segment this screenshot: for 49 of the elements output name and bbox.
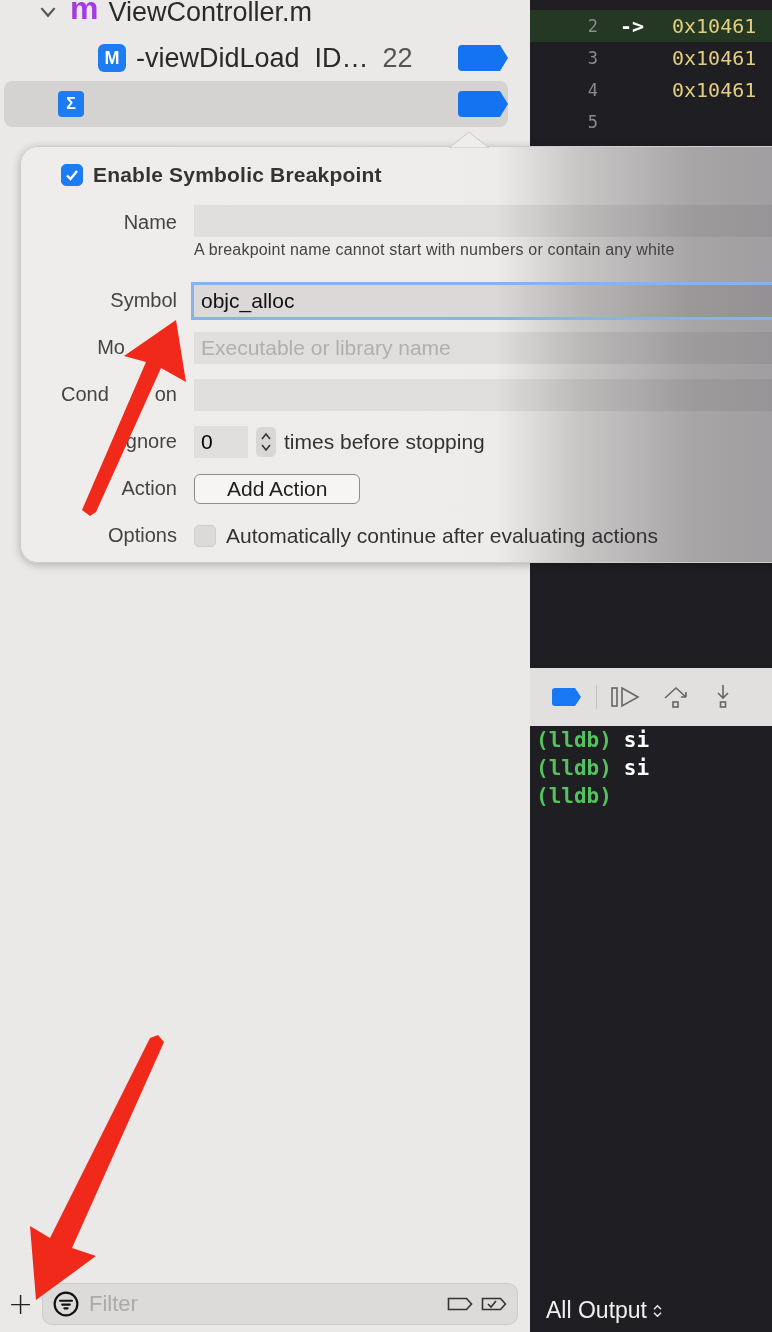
field-suffix: times before stopping xyxy=(284,429,485,454)
code-text: 0x10461 xyxy=(672,14,757,38)
popover-title: Enable Symbolic Breakpoint xyxy=(93,163,382,187)
hint-text: A breakpoint name cannot start with numbers or contain any white xyxy=(194,241,676,259)
console-command: si xyxy=(623,727,650,754)
field-label: on xyxy=(154,383,177,406)
breakpoint-toggle-icon[interactable] xyxy=(552,688,582,706)
file-icon: m xyxy=(70,0,99,24)
row-label: -viewDidLoad ID… xyxy=(136,42,369,74)
console-prompt: (lldb) xyxy=(536,783,612,810)
selected-row[interactable]: Σ xyxy=(4,81,508,127)
field-label: Options xyxy=(108,524,177,547)
field-label: Cond xyxy=(60,383,109,406)
code-text: 0x10461 xyxy=(672,46,757,70)
breakpoint-flag-icon[interactable] xyxy=(458,91,508,117)
continue-icon[interactable] xyxy=(611,686,641,708)
filter-icon xyxy=(53,1291,79,1317)
field-label: Symbol xyxy=(110,289,177,312)
field-label: Action xyxy=(121,477,177,500)
symbol-icon: Σ xyxy=(58,91,84,117)
line-number: 4 xyxy=(586,80,598,100)
field-label: Name xyxy=(123,211,177,234)
line-number: 22 xyxy=(382,42,413,74)
method-icon: M xyxy=(98,44,126,72)
step-into-icon[interactable] xyxy=(715,684,731,710)
code-text: 0x10461 xyxy=(672,78,757,102)
console-prompt: (lldb) xyxy=(536,727,612,754)
field-label: gnore xyxy=(125,430,177,453)
row-label: ViewController.m xyxy=(108,0,313,28)
checkbox[interactable] xyxy=(61,164,83,186)
pc-marker: -> xyxy=(619,14,646,38)
line-number: 5 xyxy=(586,112,598,132)
breakpoint-flag-icon[interactable] xyxy=(458,45,508,71)
line-number: 3 xyxy=(586,48,598,68)
tag-check-icon[interactable] xyxy=(481,1297,507,1311)
tree-row[interactable]: m ViewController.m xyxy=(4,0,508,35)
add-action-button[interactable]: Add Action xyxy=(194,473,361,504)
checkbox[interactable] xyxy=(194,524,216,547)
console-command: si xyxy=(623,755,650,782)
checkbox-label: Automatically continue after evaluating actions xyxy=(226,523,658,548)
stepper-icon[interactable] xyxy=(256,426,276,457)
output-selector[interactable]: All Output xyxy=(536,1297,772,1324)
console-prompt: (lldb) xyxy=(536,755,612,782)
chevron-icon[interactable] xyxy=(40,6,56,18)
tree-row[interactable]: M -viewDidLoad ID… 22 xyxy=(4,35,508,81)
field-label: Mo xyxy=(97,336,125,359)
add-button[interactable]: + xyxy=(8,1289,32,1319)
line-number: 2 xyxy=(586,16,598,36)
tag-icon[interactable] xyxy=(447,1297,473,1311)
